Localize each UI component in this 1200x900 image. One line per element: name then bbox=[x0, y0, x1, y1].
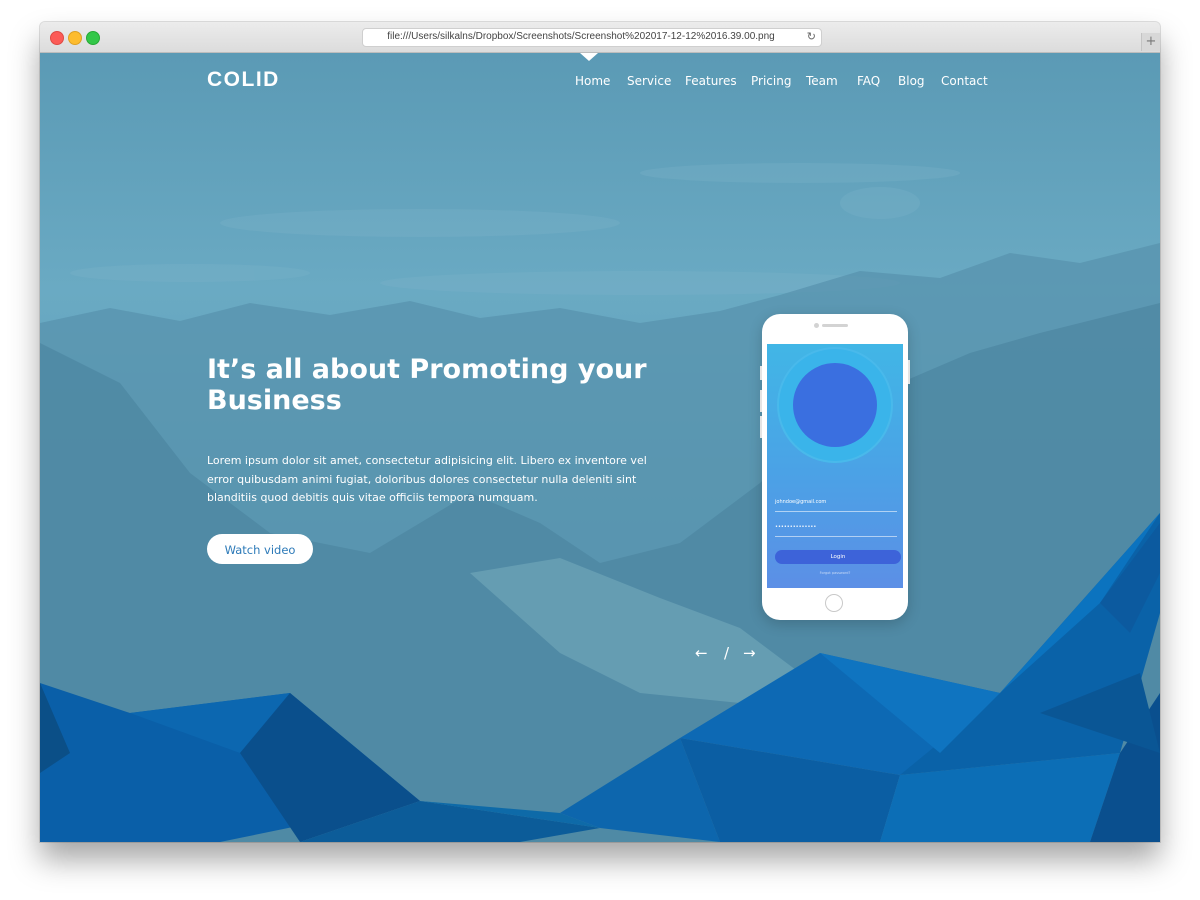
nav-blog[interactable]: Blog bbox=[898, 74, 925, 88]
nav-home[interactable]: Home bbox=[575, 74, 610, 88]
nav-faq[interactable]: FAQ bbox=[857, 74, 880, 88]
browser-titlebar: file:///Users/silkalns/Dropbox/Screensho… bbox=[40, 22, 1160, 53]
phone-password-field: •••••••••••••• bbox=[775, 524, 897, 537]
phone-side-button bbox=[760, 366, 762, 380]
minimize-window-button[interactable] bbox=[68, 31, 82, 45]
slider-separator: / bbox=[724, 644, 730, 662]
browser-window: file:///Users/silkalns/Dropbox/Screensho… bbox=[40, 22, 1160, 842]
url-text[interactable]: file:///Users/silkalns/Dropbox/Screensho… bbox=[363, 31, 799, 42]
hero-description: Lorem ipsum dolor sit amet, consectetur … bbox=[207, 454, 647, 504]
arrow-left-icon[interactable]: ← bbox=[695, 644, 708, 662]
nav-service[interactable]: Service bbox=[627, 74, 671, 88]
close-window-button[interactable] bbox=[50, 31, 64, 45]
nav-contact[interactable]: Contact bbox=[941, 74, 988, 88]
phone-email-field: johndoe@gmail.com bbox=[775, 499, 897, 512]
phone-screen: johndoe@gmail.com •••••••••••••• Login F… bbox=[767, 344, 903, 588]
reload-icon[interactable]: ↻ bbox=[807, 30, 816, 43]
slider-controls: ← / → bbox=[695, 644, 765, 664]
active-nav-indicator bbox=[580, 53, 598, 61]
nav-features[interactable]: Features bbox=[685, 74, 737, 88]
app-logo-circle bbox=[793, 363, 877, 447]
phone-login-button: Login bbox=[775, 550, 901, 564]
zoom-window-button[interactable] bbox=[86, 31, 100, 45]
hero-background bbox=[40, 163, 1160, 842]
new-tab-button[interactable]: + bbox=[1141, 33, 1160, 51]
phone-home-button bbox=[825, 594, 843, 612]
cloud-layer bbox=[70, 163, 960, 295]
phone-forgot-password: Forgot password? bbox=[819, 571, 851, 575]
nav-team[interactable]: Team bbox=[806, 74, 838, 88]
arrow-right-icon[interactable]: → bbox=[743, 644, 756, 662]
page-viewport: COLID Home Service Features Pricing Team… bbox=[40, 53, 1160, 842]
phone-power-button bbox=[908, 360, 910, 384]
phone-volume-up bbox=[760, 390, 762, 412]
phone-speaker bbox=[822, 324, 848, 327]
watch-video-button[interactable]: Watch video bbox=[207, 534, 313, 564]
phone-camera bbox=[814, 323, 819, 328]
nav-pricing[interactable]: Pricing bbox=[751, 74, 791, 88]
address-bar[interactable]: file:///Users/silkalns/Dropbox/Screensho… bbox=[362, 28, 822, 47]
app-logo-ring bbox=[777, 347, 893, 463]
hero-headline: It’s all about Promoting your Business bbox=[207, 354, 647, 416]
phone-mockup: johndoe@gmail.com •••••••••••••• Login F… bbox=[760, 314, 910, 620]
main-nav: Home Service Features Pricing Team FAQ B… bbox=[40, 53, 1160, 94]
phone-volume-down bbox=[760, 416, 762, 438]
